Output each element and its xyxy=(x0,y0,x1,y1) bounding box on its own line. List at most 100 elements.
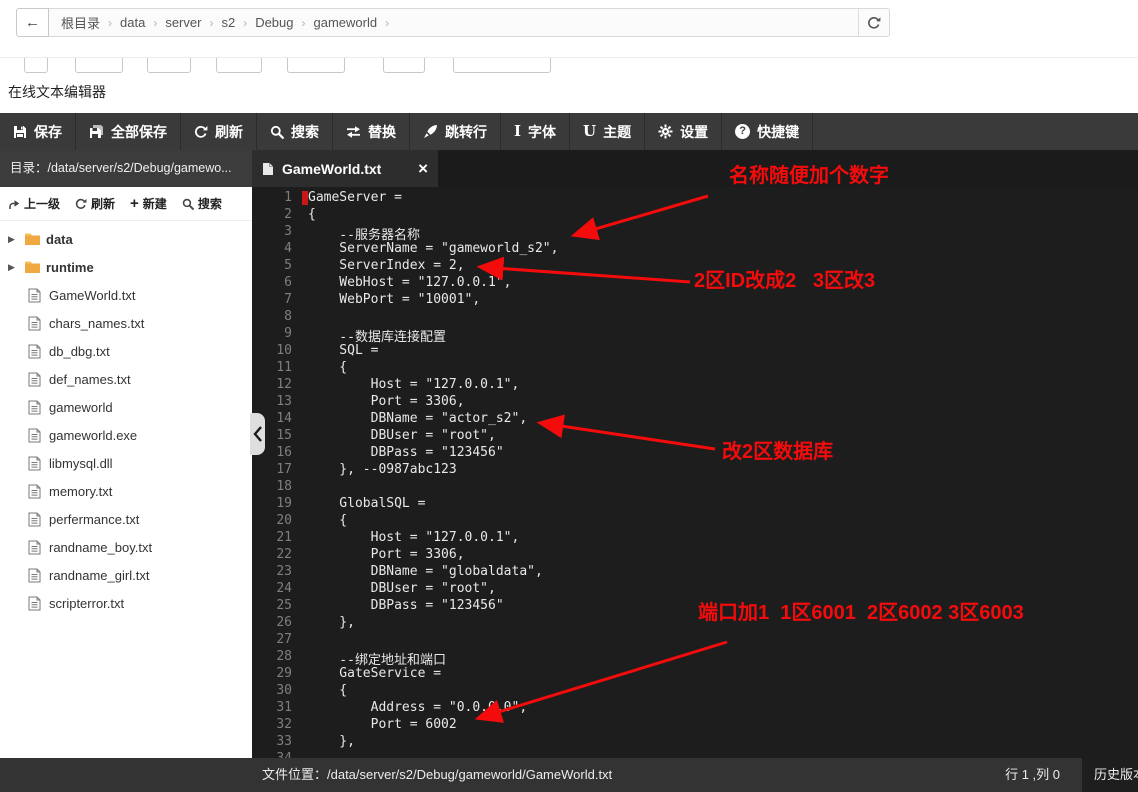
code-line[interactable]: 29 GateService = xyxy=(252,666,1138,683)
line-number: 24 xyxy=(252,581,292,598)
code-line[interactable]: 10 SQL = xyxy=(252,343,1138,360)
file-name: GameWorld.txt xyxy=(49,288,135,303)
partial-button[interactable] xyxy=(216,57,262,73)
settings-button[interactable]: 设置 xyxy=(645,113,722,150)
refresh-button[interactable]: 刷新 xyxy=(181,113,257,150)
breadcrumb-group: ← 根目录›data›server›s2›Debug›gameworld› xyxy=(16,8,890,37)
back-button[interactable]: ← xyxy=(16,8,49,37)
partial-button[interactable] xyxy=(75,57,123,73)
replace-icon xyxy=(346,125,361,139)
refresh-icon xyxy=(867,16,881,30)
tab-gameworld[interactable]: GameWorld.txt × xyxy=(252,150,438,187)
search-button[interactable]: 搜索 xyxy=(257,113,333,150)
breadcrumb-item[interactable]: 根目录 xyxy=(61,13,100,32)
tree-item-file[interactable]: randname_girl.txt xyxy=(0,561,252,589)
code-line[interactable]: 9 --数据库连接配置 xyxy=(252,326,1138,343)
code-line[interactable]: 21 Host = "127.0.0.1", xyxy=(252,530,1138,547)
line-text: DBName = "globaldata", xyxy=(292,564,543,581)
code-line[interactable]: 26 }, xyxy=(252,615,1138,632)
folder-icon xyxy=(24,232,41,246)
tree-item-file[interactable]: randname_boy.txt xyxy=(0,533,252,561)
tree-item-file[interactable]: memory.txt xyxy=(0,477,252,505)
breadcrumb-item[interactable]: Debug xyxy=(255,15,293,30)
code-line[interactable]: 2{ xyxy=(252,207,1138,224)
line-text: Host = "127.0.0.1", xyxy=(292,377,519,394)
code-line[interactable]: 17 }, --0987abc123 xyxy=(252,462,1138,479)
code-line[interactable]: 28 --绑定地址和端口 xyxy=(252,649,1138,666)
code-line[interactable]: 30 { xyxy=(252,683,1138,700)
file-tree: ▶ data ▶ runtime GameWorld.txt chars_nam… xyxy=(0,221,252,758)
breadcrumb-item[interactable]: server xyxy=(165,15,201,30)
code-line[interactable]: 3 --服务器名称 xyxy=(252,224,1138,241)
code-line[interactable]: 15 DBUser = "root", xyxy=(252,428,1138,445)
line-number: 33 xyxy=(252,734,292,751)
code-area[interactable]: 1GameServer =2{3 --服务器名称4 ServerName = "… xyxy=(252,187,1138,758)
code-line[interactable]: 4 ServerName = "gameworld_s2", xyxy=(252,241,1138,258)
code-line[interactable]: 14 DBName = "actor_s2", xyxy=(252,411,1138,428)
tree-item-file[interactable]: gameworld.exe xyxy=(0,421,252,449)
line-text: --数据库连接配置 xyxy=(292,326,446,343)
tree-item-file[interactable]: chars_names.txt xyxy=(0,309,252,337)
tree-refresh-button[interactable]: 刷新 xyxy=(75,195,115,212)
partial-button[interactable] xyxy=(453,57,551,73)
back-icon: ← xyxy=(25,14,40,31)
breadcrumb-item[interactable]: data xyxy=(120,15,145,30)
code-line[interactable]: 27 xyxy=(252,632,1138,649)
code-line[interactable]: 6 WebHost = "127.0.0.1", xyxy=(252,275,1138,292)
code-line[interactable]: 32 Port = 6002 xyxy=(252,717,1138,734)
new-file-button[interactable]: + 新建 xyxy=(130,195,167,212)
code-line[interactable]: 5 ServerIndex = 2, xyxy=(252,258,1138,275)
breadcrumb-item[interactable]: gameworld xyxy=(314,15,378,30)
line-number: 4 xyxy=(252,241,292,258)
code-line[interactable]: 23 DBName = "globaldata", xyxy=(252,564,1138,581)
code-line[interactable]: 33 }, xyxy=(252,734,1138,751)
tree-item-file[interactable]: def_names.txt xyxy=(0,365,252,393)
code-line[interactable]: 24 DBUser = "root", xyxy=(252,581,1138,598)
goto-line-button[interactable]: 跳转行 xyxy=(410,113,501,150)
save-all-button[interactable]: 全部保存 xyxy=(76,113,181,150)
plus-icon: + xyxy=(130,196,139,211)
code-line[interactable]: 20 { xyxy=(252,513,1138,530)
up-level-button[interactable]: 上一级 xyxy=(8,195,60,212)
gear-icon xyxy=(658,124,673,139)
tree-item-folder[interactable]: ▶ runtime xyxy=(0,253,252,281)
partial-button[interactable] xyxy=(147,57,191,73)
hotkeys-button[interactable]: ? 快捷键 xyxy=(722,113,813,150)
folder-name: runtime xyxy=(46,260,94,275)
replace-button[interactable]: 替换 xyxy=(333,113,410,150)
breadcrumb-item[interactable]: s2 xyxy=(221,15,235,30)
breadcrumb-refresh-button[interactable] xyxy=(858,9,889,36)
file-sidebar: 目录：/data/server/s2/Debug/gamewo... 上一级 刷… xyxy=(0,150,252,758)
tree-item-file[interactable]: libmysql.dll xyxy=(0,449,252,477)
code-line[interactable]: 22 Port = 3306, xyxy=(252,547,1138,564)
tab-close-icon[interactable]: × xyxy=(418,160,428,177)
partial-button[interactable] xyxy=(383,57,425,73)
sidebar-collapse-handle[interactable] xyxy=(250,413,265,455)
history-versions-button[interactable]: 历史版本 xyxy=(1082,758,1138,792)
code-line[interactable]: 12 Host = "127.0.0.1", xyxy=(252,377,1138,394)
tree-item-file[interactable]: gameworld xyxy=(0,393,252,421)
tree-item-file[interactable]: db_dbg.txt xyxy=(0,337,252,365)
code-line[interactable]: 18 xyxy=(252,479,1138,496)
code-line[interactable]: 13 Port = 3306, xyxy=(252,394,1138,411)
code-line[interactable]: 7 WebPort = "10001", xyxy=(252,292,1138,309)
partial-button[interactable] xyxy=(24,57,48,73)
code-line[interactable]: 11 { xyxy=(252,360,1138,377)
partial-button[interactable] xyxy=(287,57,345,73)
tree-item-file[interactable]: GameWorld.txt xyxy=(0,281,252,309)
code-line[interactable]: 25 DBPass = "123456" xyxy=(252,598,1138,615)
font-button[interactable]: I 字体 xyxy=(501,113,570,150)
code-line[interactable]: 31 Address = "0.0.0.0", xyxy=(252,700,1138,717)
tree-item-file[interactable]: scripterror.txt xyxy=(0,589,252,617)
code-line[interactable]: 16 DBPass = "123456" xyxy=(252,445,1138,462)
tree-item-file[interactable]: perfermance.txt xyxy=(0,505,252,533)
code-line[interactable]: 34 xyxy=(252,751,1138,758)
theme-button[interactable]: U 主题 xyxy=(570,113,645,150)
code-line[interactable]: 8 xyxy=(252,309,1138,326)
code-line[interactable]: 19 GlobalSQL = xyxy=(252,496,1138,513)
save-button[interactable]: 保存 xyxy=(0,113,76,150)
file-icon xyxy=(28,428,41,443)
tree-search-button[interactable]: 搜索 xyxy=(182,195,222,212)
tree-item-folder[interactable]: ▶ data xyxy=(0,225,252,253)
code-line[interactable]: 1GameServer = xyxy=(252,190,1138,207)
